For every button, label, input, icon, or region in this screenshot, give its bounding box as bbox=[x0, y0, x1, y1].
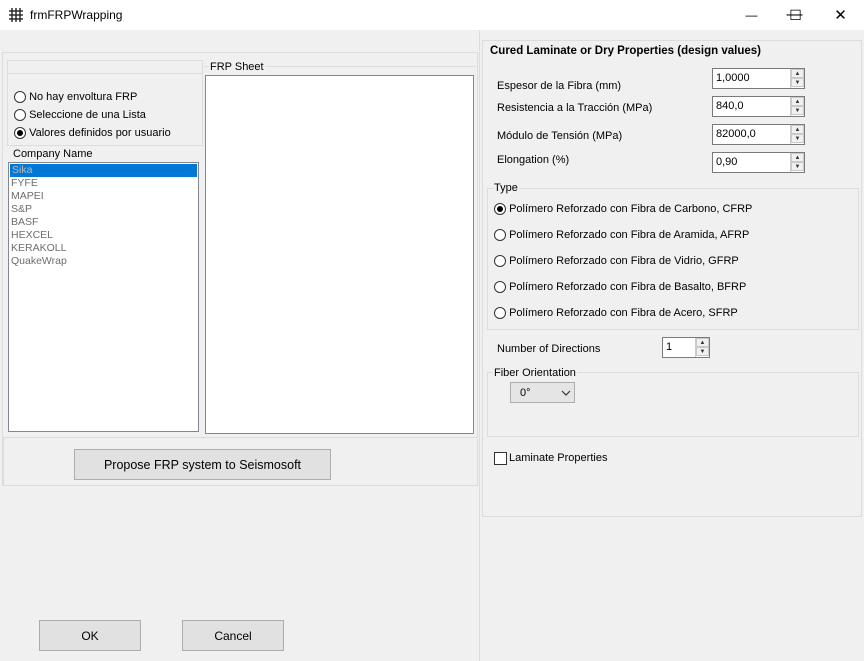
window-title: frmFRPWrapping bbox=[30, 8, 123, 22]
company-listbox[interactable]: Sika FYFE MAPEI S&P BASF HEXCEL KERAKOLL… bbox=[8, 162, 199, 432]
fiber-thickness-label: Espesor de la Fibra (mm) bbox=[497, 80, 622, 92]
type-option-afrp-label: Polímero Reforzado con Fibra de Aramida,… bbox=[509, 229, 750, 242]
list-item[interactable]: QuakeWrap bbox=[9, 255, 198, 268]
fiber-orientation-dropdown[interactable]: 0° bbox=[510, 382, 575, 403]
ok-button[interactable]: OK bbox=[39, 620, 141, 651]
properties-title: Cured Laminate or Dry Properties (design… bbox=[490, 45, 761, 57]
spin-down-icon[interactable]: ▼ bbox=[696, 347, 709, 356]
spinner-buttons: ▲ ▼ bbox=[790, 153, 804, 172]
fiber-thickness-value[interactable]: 1,0000 bbox=[716, 72, 750, 84]
directions-spinner[interactable]: 1 ▲ ▼ bbox=[662, 337, 710, 358]
fiber-orientation-value: 0° bbox=[520, 387, 531, 399]
directions-value[interactable]: 1 bbox=[666, 341, 672, 353]
radio-sfrp[interactable] bbox=[494, 307, 506, 320]
elongation-spinner[interactable]: 0,90 ▲ ▼ bbox=[712, 152, 805, 173]
spinner-buttons: ▲ ▼ bbox=[790, 69, 804, 88]
type-group-label: Type bbox=[493, 182, 519, 194]
type-option-cfrp[interactable]: Polímero Reforzado con Fibra de Carbono,… bbox=[494, 203, 753, 216]
spin-up-icon[interactable]: ▲ bbox=[696, 338, 709, 347]
wrap-option-none-label: No hay envoltura FRP bbox=[29, 91, 138, 104]
tensile-modulus-value[interactable]: 82000,0 bbox=[716, 128, 756, 140]
list-item[interactable]: S&P bbox=[9, 203, 198, 216]
close-button[interactable]: ✕ bbox=[818, 0, 863, 30]
radio-afrp[interactable] bbox=[494, 229, 506, 242]
list-item[interactable]: Sika bbox=[10, 164, 197, 177]
radio-user[interactable] bbox=[14, 127, 26, 140]
wrap-options-header bbox=[8, 61, 202, 74]
spin-down-icon[interactable]: ▼ bbox=[791, 134, 804, 143]
list-item[interactable]: HEXCEL bbox=[9, 229, 198, 242]
minimize-button-area[interactable]: — bbox=[729, 0, 774, 30]
spin-down-icon[interactable]: ▼ bbox=[791, 78, 804, 87]
elongation-label: Elongation (%) bbox=[497, 154, 570, 166]
frp-sheet-listbox[interactable] bbox=[205, 75, 474, 434]
spinner-buttons: ▲ ▼ bbox=[790, 97, 804, 116]
spinner-buttons: ▲ ▼ bbox=[790, 125, 804, 144]
laminate-properties-label: Laminate Properties bbox=[509, 452, 608, 464]
vertical-divider bbox=[479, 30, 480, 661]
list-item[interactable]: FYFE bbox=[9, 177, 198, 190]
list-item[interactable]: KERAKOLL bbox=[9, 242, 198, 255]
wrap-option-none[interactable]: No hay envoltura FRP bbox=[14, 91, 138, 104]
list-item[interactable]: MAPEI bbox=[9, 190, 198, 203]
radio-none[interactable] bbox=[14, 91, 26, 104]
radio-cfrp[interactable] bbox=[494, 203, 506, 216]
laminate-properties-checkbox[interactable] bbox=[494, 452, 507, 465]
cancel-button[interactable]: Cancel bbox=[182, 620, 284, 651]
minimize-glyph: — bbox=[745, 8, 758, 22]
type-option-bfrp[interactable]: Polímero Reforzado con Fibra de Basalto,… bbox=[494, 281, 747, 294]
elongation-value[interactable]: 0,90 bbox=[716, 156, 737, 168]
spin-up-icon[interactable]: ▲ bbox=[791, 97, 804, 106]
spin-up-icon[interactable]: ▲ bbox=[791, 153, 804, 162]
wrap-option-user[interactable]: Valores definidos por usuario bbox=[14, 127, 171, 140]
wrap-option-user-label: Valores definidos por usuario bbox=[29, 127, 171, 140]
maximize-button-area[interactable]: ☐ bbox=[773, 0, 818, 30]
tensile-strength-value[interactable]: 840,0 bbox=[716, 100, 744, 112]
type-option-gfrp[interactable]: Polímero Reforzado con Fibra de Vidrio, … bbox=[494, 255, 739, 268]
spinner-buttons: ▲ ▼ bbox=[695, 338, 709, 357]
radio-list[interactable] bbox=[14, 109, 26, 122]
type-option-sfrp[interactable]: Polímero Reforzado con Fibra de Acero, S… bbox=[494, 307, 738, 320]
type-option-sfrp-label: Polímero Reforzado con Fibra de Acero, S… bbox=[509, 307, 738, 320]
chevron-down-icon bbox=[561, 390, 571, 396]
spin-up-icon[interactable]: ▲ bbox=[791, 125, 804, 134]
close-icon: ✕ bbox=[834, 7, 847, 24]
frp-sheet-label: FRP Sheet bbox=[209, 61, 265, 73]
propose-frp-button[interactable]: Propose FRP system to Seismosoft bbox=[74, 449, 331, 480]
wrap-option-list[interactable]: Seleccione de una Lista bbox=[14, 109, 146, 122]
list-item[interactable]: BASF bbox=[9, 216, 198, 229]
spin-down-icon[interactable]: ▼ bbox=[791, 106, 804, 115]
directions-label: Number of Directions bbox=[497, 343, 601, 355]
radio-bfrp[interactable] bbox=[494, 281, 506, 294]
type-option-afrp[interactable]: Polímero Reforzado con Fibra de Aramida,… bbox=[494, 229, 750, 242]
fiber-thickness-spinner[interactable]: 1,0000 ▲ ▼ bbox=[712, 68, 805, 89]
wrap-option-list-label: Seleccione de una Lista bbox=[29, 109, 146, 122]
app-grid-icon bbox=[9, 8, 23, 22]
tensile-strength-spinner[interactable]: 840,0 ▲ ▼ bbox=[712, 96, 805, 117]
type-option-gfrp-label: Polímero Reforzado con Fibra de Vidrio, … bbox=[509, 255, 739, 268]
type-option-bfrp-label: Polímero Reforzado con Fibra de Basalto,… bbox=[509, 281, 747, 294]
tensile-modulus-spinner[interactable]: 82000,0 ▲ ▼ bbox=[712, 124, 805, 145]
tensile-strength-label: Resistencia a la Tracción (MPa) bbox=[497, 102, 653, 114]
fiber-orientation-label: Fiber Orientation bbox=[493, 367, 577, 379]
spin-up-icon[interactable]: ▲ bbox=[791, 69, 804, 78]
maximize-icon: ☐ bbox=[789, 6, 802, 23]
type-option-cfrp-label: Polímero Reforzado con Fibra de Carbono,… bbox=[509, 203, 753, 216]
radio-gfrp[interactable] bbox=[494, 255, 506, 268]
spin-down-icon[interactable]: ▼ bbox=[791, 162, 804, 171]
tensile-modulus-label: Módulo de Tensión (MPa) bbox=[497, 130, 623, 142]
company-name-label: Company Name bbox=[13, 148, 93, 160]
